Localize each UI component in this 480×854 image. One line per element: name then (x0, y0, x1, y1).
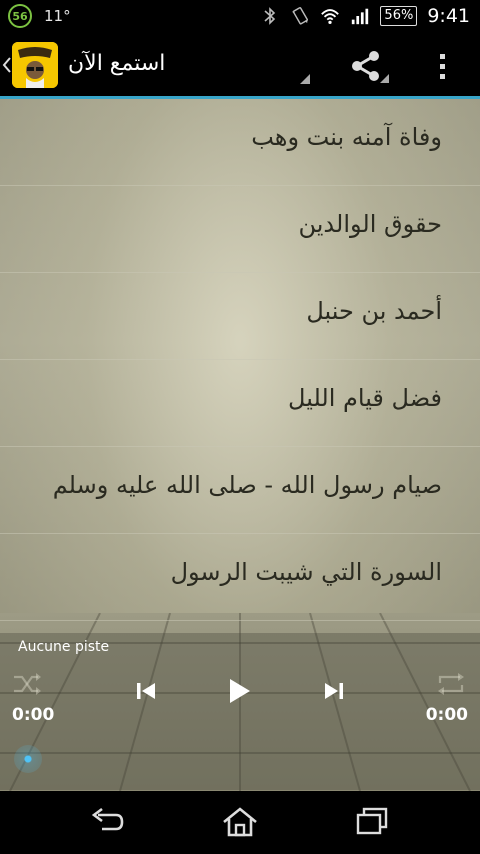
signal-icon (352, 8, 369, 25)
skip-previous-icon[interactable] (132, 677, 160, 705)
media-player: Aucune piste 0:00 0:00 (0, 633, 480, 790)
temperature: 11° (44, 7, 71, 25)
app-logo[interactable] (12, 42, 58, 88)
skip-next-icon[interactable] (320, 677, 348, 705)
up-navigation-icon[interactable] (2, 56, 12, 74)
status-bar: 56 11° 56% 9:41 (0, 0, 480, 34)
overflow-dot (439, 73, 445, 79)
status-bar-left: 56 11° (8, 4, 71, 28)
battery-indicator: 56% (380, 6, 418, 26)
overflow-menu-icon[interactable] (432, 48, 452, 84)
action-bar: استمع الآن (0, 34, 480, 99)
overflow-dot (439, 63, 445, 69)
track-item[interactable]: صيام رسول الله - صلى الله عليه وسلم (0, 447, 480, 534)
track-label: السورة التي شيبت الرسول (170, 558, 442, 586)
shuffle-icon[interactable] (12, 671, 42, 697)
track-item[interactable]: حقوق الوالدين (0, 186, 480, 273)
back-icon[interactable] (88, 805, 128, 839)
clock: 9:41 (427, 5, 470, 27)
dropdown-corner-icon (300, 74, 310, 84)
total-time: 0:00 (425, 705, 468, 725)
track-label: وفاة آمنه بنت وهب (251, 123, 442, 151)
current-time: 0:00 (12, 705, 55, 725)
share-icon[interactable] (348, 48, 384, 84)
track-item[interactable]: وفاة آمنه بنت وهب (0, 99, 480, 186)
navigation-bar (0, 791, 480, 854)
action-bar-title[interactable]: استمع الآن (68, 51, 165, 76)
overflow-dot (439, 53, 445, 59)
play-icon[interactable] (224, 675, 254, 707)
now-playing-title: Aucune piste (18, 639, 110, 655)
status-bar-right: 56% 9:41 (260, 5, 470, 27)
track-label: أحمد بن حنبل (306, 297, 442, 325)
repeat-icon[interactable] (436, 671, 466, 697)
recent-apps-icon[interactable] (352, 805, 392, 839)
wifi-icon (321, 9, 340, 25)
seekbar-thumb[interactable] (14, 745, 42, 773)
notification-badge: 56 (8, 4, 32, 28)
app-logo-graphic (12, 42, 58, 88)
track-label: حقوق الوالدين (298, 210, 442, 238)
bluetooth-icon (264, 7, 276, 25)
track-label: صيام رسول الله - صلى الله عليه وسلم (52, 471, 442, 499)
track-list: وفاة آمنه بنت وهب حقوق الوالدين أحمد بن … (0, 99, 480, 621)
content-area: وفاة آمنه بنت وهب حقوق الوالدين أحمد بن … (0, 99, 480, 791)
share-dropdown-corner-icon (380, 74, 389, 83)
track-label: فضل قيام الليل (288, 384, 442, 412)
track-item[interactable]: فضل قيام الليل (0, 360, 480, 447)
track-item[interactable]: أحمد بن حنبل (0, 273, 480, 360)
track-item[interactable]: السورة التي شيبت الرسول (0, 534, 480, 621)
vibrate-icon (292, 7, 309, 25)
home-icon[interactable] (220, 805, 260, 839)
